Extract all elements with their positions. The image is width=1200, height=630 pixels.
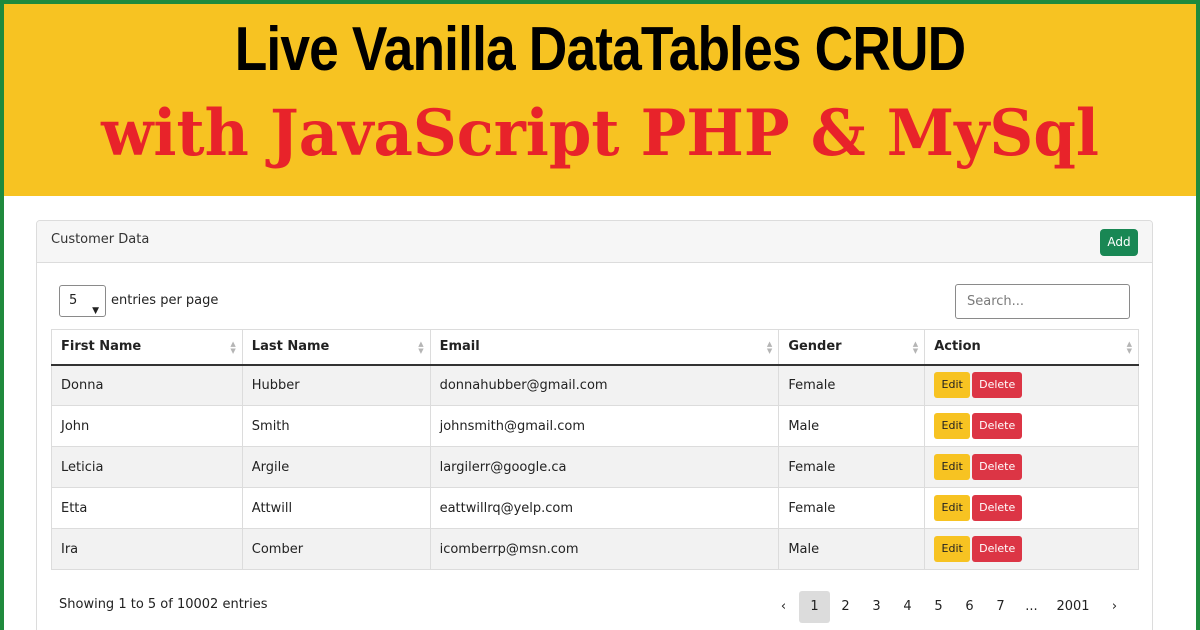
sort-icon: ▲ ▼ (1126, 340, 1132, 355)
per-page-label: entries per page (111, 293, 219, 308)
table-row: Donna Hubber donnahubber@gmail.com Femal… (51, 364, 1139, 406)
pagination-next-button[interactable]: › (1099, 591, 1130, 623)
pagination-page-last[interactable]: 2001 (1047, 591, 1099, 623)
pagination-page-6[interactable]: 6 (954, 591, 985, 623)
cell-gender: Male (778, 528, 926, 570)
column-header-email[interactable]: Email ▲ ▼ (429, 329, 780, 366)
card-title: Customer Data (51, 232, 150, 247)
cell-action: Edit Delete (924, 487, 1139, 529)
edit-button[interactable]: Edit (934, 372, 971, 399)
cell-action: Edit Delete (924, 405, 1139, 447)
cell-email: eattwillrq@yelp.com (429, 487, 780, 529)
delete-button[interactable]: Delete (972, 536, 1023, 562)
cell-gender: Male (778, 405, 926, 447)
add-button[interactable]: Add (1100, 229, 1138, 256)
cell-first-name: Leticia (51, 446, 243, 488)
edit-button[interactable]: Edit (934, 495, 971, 521)
delete-button[interactable]: Delete (972, 413, 1023, 439)
cell-last-name: Smith (241, 405, 431, 447)
card-header: Customer Data Add (37, 221, 1152, 263)
cell-email: largilerr@google.ca (429, 446, 780, 488)
cell-last-name: Argile (241, 446, 431, 488)
table-controls: 5 ▼ entries per page Search... (37, 263, 1152, 325)
cell-action: Edit Delete (924, 528, 1139, 570)
cell-last-name: Hubber (241, 364, 431, 406)
column-header-action[interactable]: Action ▲ ▼ (924, 329, 1139, 366)
cell-email: icomberrp@msn.com (429, 528, 780, 570)
cell-first-name: John (51, 405, 243, 447)
cell-email: donnahubber@gmail.com (429, 364, 780, 406)
cell-gender: Female (778, 446, 926, 488)
cell-first-name: Donna (51, 364, 243, 406)
banner-title: Live Vanilla DataTables CRUD (234, 15, 966, 84)
sort-icon: ▲ ▼ (230, 340, 236, 355)
table-row: Leticia Argile largilerr@google.ca Femal… (51, 446, 1139, 488)
chevron-down-icon: ▼ (92, 306, 99, 316)
pagination-ellipsis: ... (1025, 599, 1038, 614)
cell-email: johnsmith@gmail.com (429, 405, 780, 447)
cell-first-name: Etta (51, 487, 243, 529)
column-header-last-name[interactable]: Last Name ▲ ▼ (241, 329, 431, 366)
customer-data-card: Customer Data Add 5 ▼ entries per page S… (36, 220, 1153, 630)
delete-button[interactable]: Delete (972, 372, 1023, 399)
cell-gender: Female (778, 364, 926, 406)
column-header-first-name[interactable]: First Name ▲ ▼ (51, 329, 243, 366)
delete-button[interactable]: Delete (972, 495, 1023, 521)
sort-icon: ▲ ▼ (766, 340, 773, 355)
pagination-prev-button[interactable]: ‹ (768, 591, 799, 623)
cell-last-name: Attwill (241, 487, 431, 529)
title-banner: Live Vanilla DataTables CRUD with JavaSc… (4, 4, 1196, 196)
sort-icon: ▲ ▼ (418, 340, 424, 355)
search-input[interactable]: Search... (955, 284, 1130, 319)
sort-icon: ▲ ▼ (912, 340, 919, 355)
column-header-gender[interactable]: Gender ▲ ▼ (778, 329, 926, 366)
pagination-page-2[interactable]: 2 (830, 591, 861, 623)
banner-subtitle: with JavaScript PHP & MySql (101, 96, 1099, 171)
entries-info: Showing 1 to 5 of 10002 entries (59, 597, 268, 612)
cell-action: Edit Delete (924, 446, 1139, 488)
pagination-page-1[interactable]: 1 (799, 591, 830, 623)
table-row: Etta Attwill eattwillrq@yelp.com Female … (51, 487, 1139, 529)
pagination-page-4[interactable]: 4 (892, 591, 923, 623)
delete-button[interactable]: Delete (972, 454, 1023, 480)
edit-button[interactable]: Edit (934, 536, 971, 562)
customer-table: First Name ▲ ▼ Last Name ▲ ▼ Email ▲ ▼ Gender ▲… (51, 329, 1139, 570)
table-row: John Smith johnsmith@gmail.com Male Edit… (51, 405, 1139, 447)
pagination-page-3[interactable]: 3 (861, 591, 892, 623)
cell-last-name: Comber (241, 528, 431, 570)
edit-button[interactable]: Edit (934, 413, 971, 439)
table-header-row: First Name ▲ ▼ Last Name ▲ ▼ Email ▲ ▼ Gender ▲… (51, 329, 1139, 366)
pagination-page-5[interactable]: 5 (923, 591, 954, 623)
cell-action: Edit Delete (924, 364, 1139, 406)
table-row: Ira Comber icomberrp@msn.com Male Edit De… (51, 528, 1139, 570)
pagination-page-7[interactable]: 7 (985, 591, 1016, 623)
edit-button[interactable]: Edit (934, 454, 971, 480)
per-page-value: 5 (69, 293, 78, 308)
cell-first-name: Ira (51, 528, 243, 570)
pagination: ‹ 1 2 3 4 5 6 7 ... 2001 › (768, 591, 1130, 623)
page-frame: Live Vanilla DataTables CRUD with JavaSc… (4, 4, 1196, 630)
cell-gender: Female (778, 487, 926, 529)
per-page-select[interactable]: 5 ▼ (59, 285, 106, 317)
